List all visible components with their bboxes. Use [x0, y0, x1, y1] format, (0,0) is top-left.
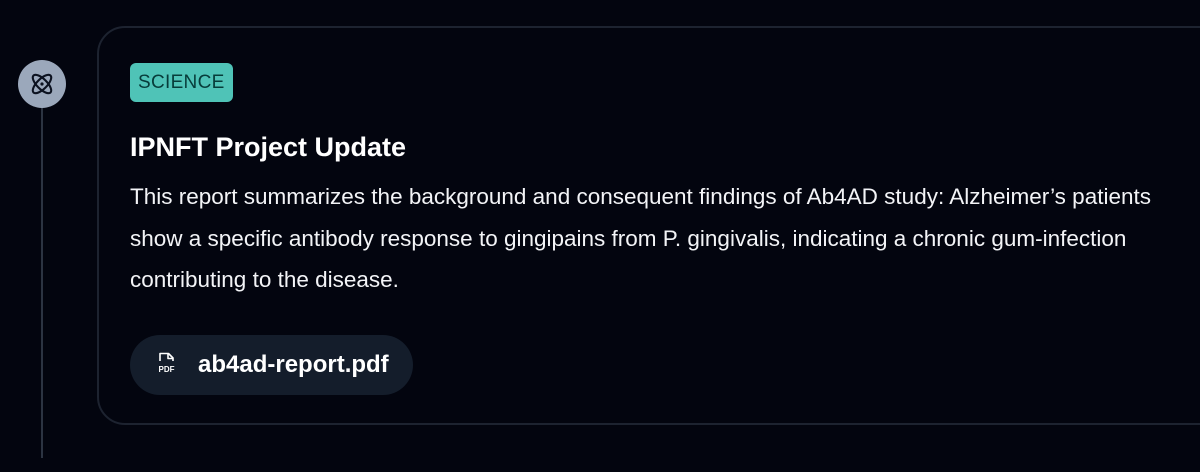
attachment-file-name: ab4ad-report.pdf [198, 351, 389, 378]
timeline-line [41, 100, 43, 458]
post-summary: This report summarizes the background an… [130, 184, 1151, 292]
pdf-file-icon: PDF [154, 350, 180, 381]
category-tag: SCIENCE [130, 63, 233, 102]
attachment-link[interactable]: PDF ab4ad-report.pdf [130, 335, 413, 395]
pdf-icon-label: PDF [159, 365, 175, 374]
post-title: IPNFT Project Update [130, 132, 407, 162]
atom-icon [18, 60, 66, 108]
update-card: SCIENCE IPNFT Project Update This report… [97, 26, 1200, 425]
